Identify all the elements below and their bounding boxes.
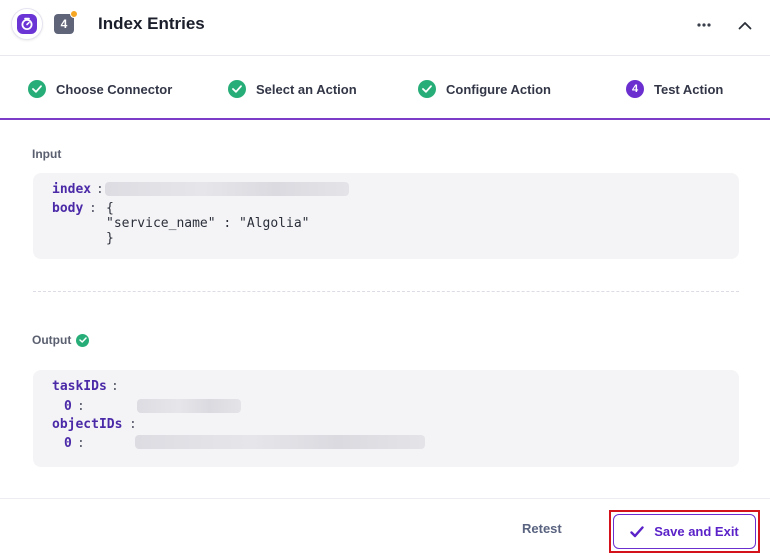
- more-options-button[interactable]: [692, 14, 716, 36]
- colon: :: [89, 201, 97, 216]
- step-select-action[interactable]: Select an Action: [228, 80, 357, 98]
- check-circle-icon: [418, 80, 436, 98]
- task-ids-index: 0: [64, 399, 72, 414]
- check-circle-icon: [228, 80, 246, 98]
- colon: :: [96, 182, 104, 197]
- ellipsis-horizontal-icon: [697, 23, 711, 27]
- step-label: Select an Action: [256, 81, 357, 97]
- collapse-button[interactable]: [734, 14, 756, 36]
- redacted-task-id: [137, 399, 241, 413]
- section-divider: [33, 291, 739, 292]
- input-code-block: index : body : { "service_name" : "Algol…: [33, 173, 739, 259]
- output-heading-row: Output: [32, 333, 90, 347]
- retest-button[interactable]: Retest: [522, 521, 562, 536]
- page-title: Index Entries: [98, 14, 205, 33]
- chevron-up-icon: [738, 21, 752, 29]
- check-circle-icon: [28, 80, 46, 98]
- step-configure-action[interactable]: Configure Action: [418, 80, 551, 98]
- notification-dot: [70, 10, 78, 18]
- step-number-badge: 4: [54, 10, 78, 34]
- step-label: Configure Action: [446, 81, 551, 97]
- step-label: Test Action: [654, 81, 724, 97]
- algolia-timer-icon: [17, 14, 37, 34]
- task-ids-key: taskIDs: [52, 379, 107, 394]
- step-number-circle: 4: [626, 80, 644, 98]
- redacted-object-id: [135, 435, 425, 449]
- app-logo: [11, 8, 43, 40]
- body-key: body: [52, 201, 84, 216]
- colon: :: [77, 436, 85, 451]
- colon: :: [77, 399, 85, 414]
- body-close-brace: }: [106, 231, 114, 246]
- step-label: Choose Connector: [56, 81, 173, 97]
- card-header: 4 Index Entries: [0, 0, 770, 56]
- colon: :: [129, 417, 137, 432]
- index-key: index: [52, 182, 92, 197]
- object-ids-key: objectIDs: [52, 417, 123, 432]
- success-check-icon: [76, 333, 90, 347]
- output-heading: Output: [32, 333, 72, 347]
- input-heading: Input: [32, 147, 62, 161]
- body-open-brace: {: [106, 201, 114, 216]
- step-test-action[interactable]: 4 Test Action: [626, 80, 723, 98]
- redacted-index-value: [105, 182, 349, 196]
- colon: :: [111, 379, 119, 394]
- step-number: 4: [60, 17, 68, 31]
- save-and-exit-label: Save and Exit: [654, 524, 739, 539]
- card-footer: Retest Save and Exit: [0, 498, 770, 560]
- checkmark-icon: [630, 525, 644, 537]
- save-and-exit-button[interactable]: Save and Exit: [613, 514, 756, 549]
- output-code-block: taskIDs : 0 : objectIDs : 0 :: [33, 370, 739, 467]
- step-choose-connector[interactable]: Choose Connector: [28, 80, 172, 98]
- step-progress-bar: Choose Connector Select an Action Config…: [0, 56, 770, 120]
- object-ids-index: 0: [64, 436, 72, 451]
- body-service-name: "service_name" : "Algolia": [106, 216, 310, 231]
